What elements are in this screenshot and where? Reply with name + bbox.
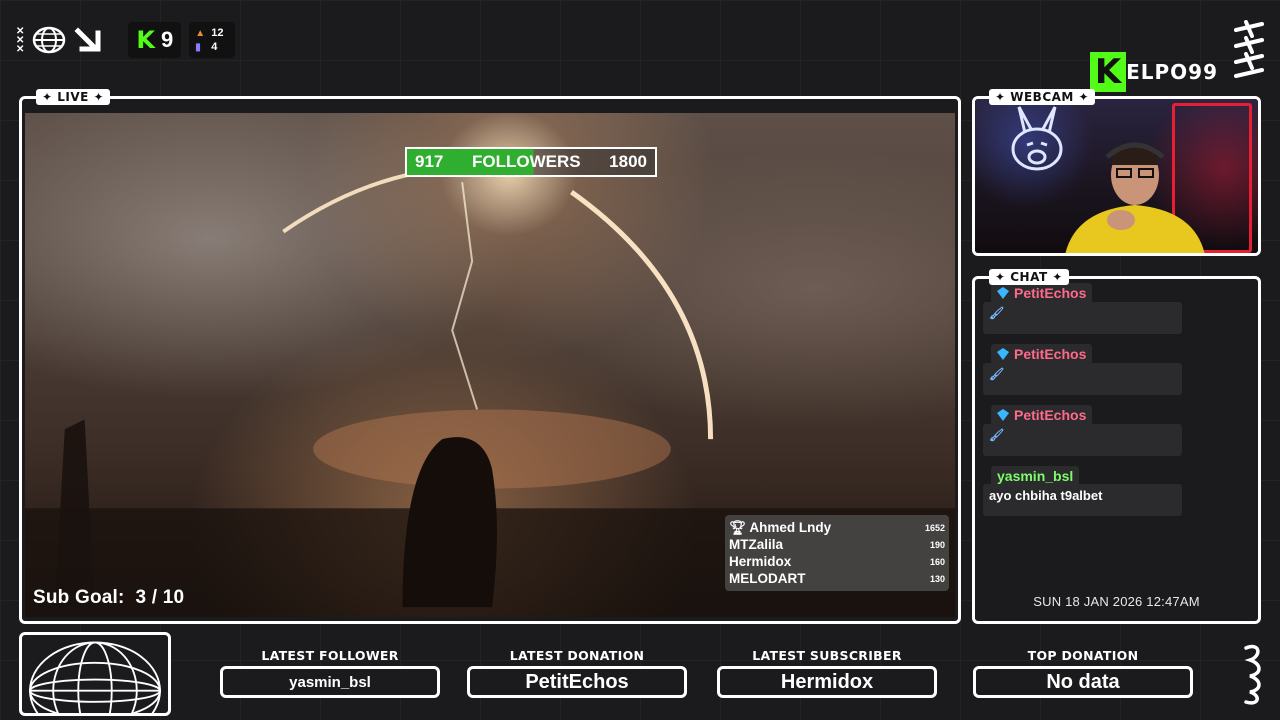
chat-tag: ✦ CHAT ✦ [989, 269, 1069, 285]
latest-subscriber: LATEST SUBSCRIBER Hermidox [717, 648, 937, 698]
leaderboard-row: MTZalila 190 [729, 536, 945, 553]
top-donation-value: No data [973, 666, 1193, 698]
date-time: SUN 18 JAN 2026 12:47AM [1033, 594, 1200, 609]
chain-icon [1244, 644, 1261, 705]
kick-logo-icon: K [136, 26, 155, 54]
gem-icon [997, 287, 1009, 299]
chat-messages: PetitEchos 🖌 PetitEchos 🖌 PetitEchos 🖌 y… [983, 283, 1182, 526]
leaderboard-row: Hermidox 160 [729, 553, 945, 570]
live-label: LIVE [57, 90, 89, 104]
latest-subscriber-value: Hermidox [717, 666, 937, 698]
leaderboard-value: 190 [929, 539, 945, 550]
arrow-down-right-icon [74, 27, 101, 52]
chat-text: 🖌 [983, 363, 1182, 395]
sub-goal: Sub Goal: 3 / 10 [33, 587, 184, 609]
wireframe-globe-icon [29, 641, 161, 713]
leaderboard-row: MELODART 130 [729, 570, 945, 587]
chat-message: yasmin_bsl ayo chbiha t9albet [983, 466, 1182, 516]
kick-viewer-count: K 9 [128, 22, 182, 58]
leaderboard-row: 🏆︎ Ahmed Lndy 1652 [729, 519, 945, 536]
squiggle-icon [1234, 20, 1264, 78]
sub-goal-value: 3 / 10 [135, 587, 185, 608]
gem-icon [997, 348, 1009, 360]
chat-username: yasmin_bsl [991, 466, 1080, 486]
leaderboard-name: Hermidox [729, 554, 792, 569]
kick-count: 9 [161, 27, 174, 52]
followers-goal-bar: 917 FOLLOWERS 1800 [405, 147, 657, 177]
globe-card [19, 632, 171, 716]
brand-name: ELPO99 [1126, 60, 1218, 84]
chat-username: PetitEchos [991, 344, 1093, 364]
trophy-icon: 🏆︎ [729, 519, 747, 535]
followers-goal: 1800 [609, 152, 647, 171]
channel-brand: K ELPO99 [1090, 52, 1218, 92]
latest-donation: LATEST DONATION PetitEchos [467, 648, 687, 698]
leaderboard-name: MTZalila [729, 537, 784, 552]
latest-follower-label: LATEST FOLLOWER [261, 648, 399, 663]
latest-follower: LATEST FOLLOWER yasmin_bsl [220, 648, 440, 698]
chat-username: PetitEchos [991, 405, 1093, 425]
game-view: 917 FOLLOWERS 1800 Sub Goal: 3 / 10 🏆︎ A… [25, 113, 955, 617]
chat-message: PetitEchos 🖌 [983, 283, 1182, 334]
webcam-label: WEBCAM [1010, 90, 1074, 104]
stat-top: 12 [211, 27, 224, 39]
bars-icon: ▮ [195, 41, 201, 53]
leaderboard-name: MELODART [729, 571, 806, 586]
followers-current: 917 [415, 152, 444, 171]
chat-text: ayo chbiha t9albet [983, 484, 1182, 516]
brush-emote-icon: 🖌 [989, 428, 1005, 442]
latest-follower-value: yasmin_bsl [220, 666, 440, 698]
chat-message: PetitEchos 🖌 [983, 344, 1182, 395]
leaderboard-value: 130 [929, 573, 945, 584]
latest-donation-label: LATEST DONATION [509, 648, 645, 663]
gem-icon [997, 409, 1009, 421]
chat-text: 🖌 [983, 302, 1182, 334]
leaderboard: 🏆︎ Ahmed Lndy 1652 MTZalila 190 Hermidox… [725, 515, 949, 591]
webcam-feed [975, 99, 1258, 253]
globe-icon [33, 26, 66, 54]
leaderboard-name: Ahmed Lndy [749, 519, 832, 535]
webcam-panel: ✦ WEBCAM ✦ [972, 89, 1261, 256]
person-icon: ▲ [195, 27, 206, 39]
chat-label: CHAT [1010, 270, 1048, 284]
streamer-figure [1065, 142, 1205, 253]
chat-text: 🖌 [983, 424, 1182, 456]
chat-panel: PetitEchos 🖌 PetitEchos 🖌 PetitEchos 🖌 y… [972, 269, 1261, 624]
followers-label: FOLLOWERS [471, 152, 581, 171]
brush-emote-icon: 🖌 [989, 367, 1005, 381]
stat-bottom: 4 [211, 41, 218, 53]
top-donation-label: TOP DONATION [1027, 648, 1139, 663]
latest-donation-value: PetitEchos [467, 666, 687, 698]
x-marks-icon: ✕ ✕ ✕ [16, 25, 25, 55]
leaderboard-value: 1652 [924, 522, 945, 533]
latest-subscriber-label: LATEST SUBSCRIBER [752, 648, 902, 663]
stats-box: ▲ 12 ▮ 4 [189, 22, 236, 58]
top-donation: TOP DONATION No data [973, 648, 1193, 698]
chat-username: PetitEchos [991, 283, 1093, 303]
live-tag: ✦ LIVE ✦ [36, 89, 111, 105]
stream-panel: ✦ LIVE ✦ 917 FOLLOWERS 1800 Sub Goal: 3 … [19, 89, 961, 624]
brand-letter: K [1090, 52, 1127, 92]
brush-emote-icon: 🖌 [989, 306, 1005, 320]
chat-message: PetitEchos 🖌 [983, 405, 1182, 456]
webcam-tag: ✦ WEBCAM ✦ [989, 89, 1096, 105]
top-left-brand: ✕ ✕ ✕ K 9 ▲ 12 ▮ 4 [16, 22, 236, 58]
sub-goal-label: Sub Goal: [33, 587, 125, 608]
leaderboard-value: 160 [929, 556, 945, 567]
